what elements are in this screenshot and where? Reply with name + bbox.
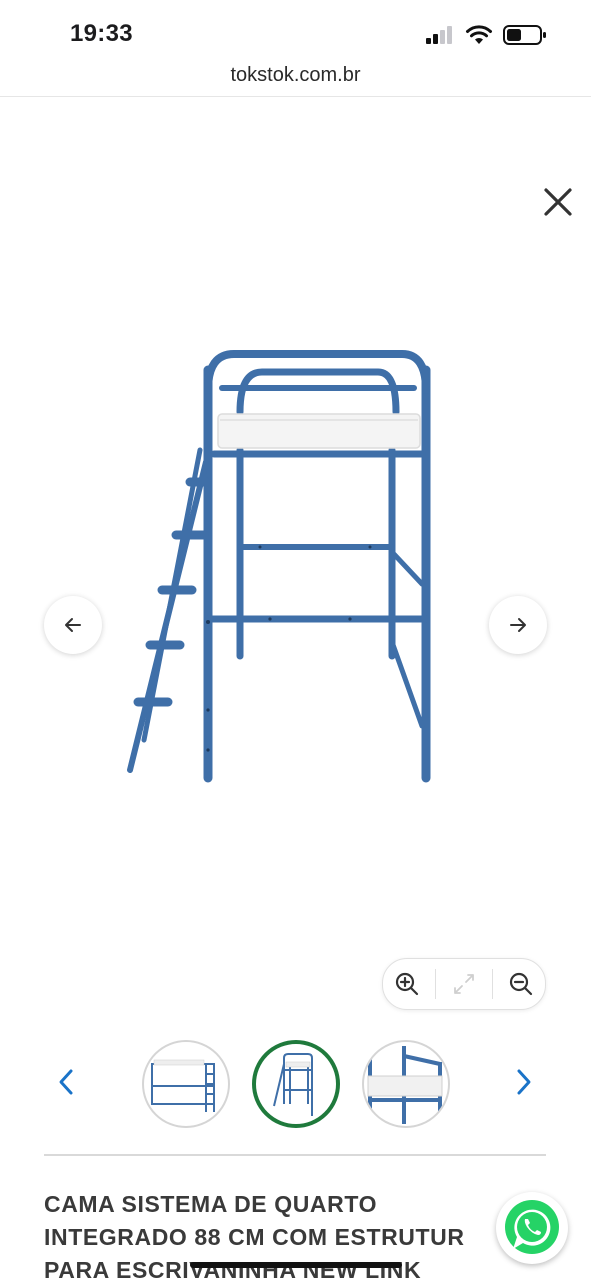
whatsapp-button[interactable] (496, 1192, 568, 1264)
whatsapp-icon (505, 1200, 559, 1254)
thumbnail-1[interactable] (142, 1040, 230, 1128)
zoom-out-icon (509, 972, 533, 996)
zoom-controls (382, 958, 546, 1010)
thumbnail-2[interactable] (252, 1040, 340, 1128)
status-icons (425, 24, 547, 51)
thumbnails-prev-button[interactable] (48, 1064, 84, 1100)
address-bar[interactable]: tokstok.com.br (0, 62, 591, 97)
product-image (110, 330, 450, 800)
home-indicator (190, 1262, 402, 1268)
arrow-right-icon (510, 618, 526, 632)
status-bar: 19:33 (0, 0, 591, 62)
thumbnails-next-button[interactable] (506, 1064, 542, 1100)
close-button[interactable] (538, 182, 578, 222)
section-divider (44, 1154, 546, 1156)
thumbnail-3-image (367, 1046, 443, 1124)
chevron-left-icon (59, 1069, 73, 1095)
status-time: 19:33 (70, 20, 133, 47)
fullscreen-button[interactable] (444, 964, 484, 1004)
product-title-line-1: CAMA SISTEMA DE QUARTO (44, 1191, 378, 1217)
zoom-separator (435, 969, 436, 999)
url-text[interactable]: tokstok.com.br (0, 64, 591, 87)
gallery-next-button[interactable] (489, 596, 547, 654)
chevron-right-icon (517, 1069, 531, 1095)
signal-icon (425, 25, 455, 50)
product-title-line-3: PARA ESCRIVANINHA NEW LINK (44, 1257, 422, 1283)
zoom-out-button[interactable] (501, 964, 541, 1004)
battery-icon (503, 24, 547, 51)
zoom-in-icon (395, 972, 419, 996)
fullscreen-icon (454, 974, 474, 994)
thumbnail-3[interactable] (362, 1040, 450, 1128)
thumbnail-strip (0, 1036, 591, 1130)
thumbnail-2-image (273, 1053, 313, 1116)
close-icon (544, 188, 572, 216)
gallery-prev-button[interactable] (44, 596, 102, 654)
zoom-separator (492, 969, 493, 999)
thumbnail-1-image (151, 1059, 215, 1112)
zoom-in-button[interactable] (387, 964, 427, 1004)
product-title: CAMA SISTEMA DE QUARTO INTEGRADO 88 CM C… (44, 1188, 514, 1287)
arrow-left-icon (65, 618, 81, 632)
wifi-icon (465, 24, 493, 51)
product-title-line-2: INTEGRADO 88 CM COM ESTRUTUR (44, 1224, 465, 1250)
